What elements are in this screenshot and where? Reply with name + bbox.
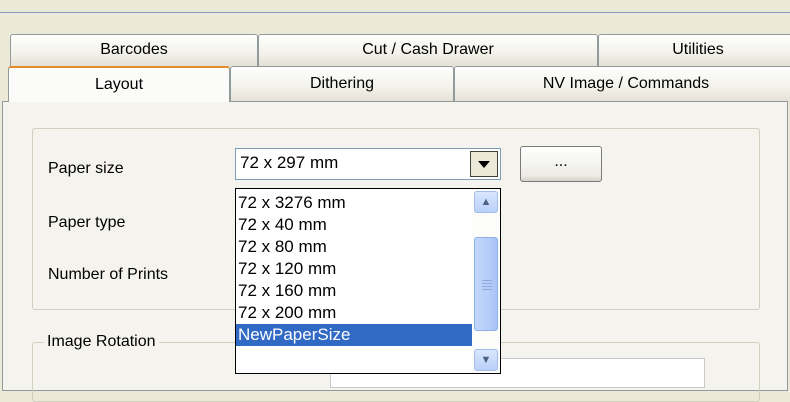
tab-layout[interactable]: Layout: [8, 66, 230, 102]
tab-barcodes[interactable]: Barcodes: [10, 34, 258, 66]
list-item[interactable]: 72 x 200 mm: [236, 302, 474, 324]
tab-label: NV Image / Commands: [542, 75, 710, 92]
paper-size-value: 72 x 297 mm: [240, 153, 339, 172]
tab-label: Cut / Cash Drawer: [362, 41, 494, 58]
list-item[interactable]: 72 x 3276 mm: [236, 192, 474, 214]
tab-label: Utilities: [672, 41, 724, 58]
tab-cut-cash-drawer[interactable]: Cut / Cash Drawer: [258, 34, 598, 66]
dropdown-scrollbar[interactable]: ▲ ▼: [472, 189, 500, 373]
list-item-selected[interactable]: NewPaperSize: [236, 324, 474, 346]
scroll-down-button[interactable]: ▼: [474, 349, 498, 371]
chevron-up-icon: ▲: [480, 196, 492, 208]
combo-dropdown-button[interactable]: [470, 151, 498, 177]
number-of-prints-label: Number of Prints: [48, 266, 169, 283]
chevron-down-icon: [478, 160, 490, 168]
tab-label: Barcodes: [100, 41, 168, 58]
browse-button[interactable]: ...: [520, 146, 602, 182]
list-item[interactable]: 72 x 160 mm: [236, 280, 474, 302]
scrollbar-thumb[interactable]: [474, 237, 498, 331]
paper-type-label: Paper type: [48, 214, 126, 231]
list-item[interactable]: 72 x 40 mm: [236, 214, 474, 236]
tab-nv-image-commands[interactable]: NV Image / Commands: [454, 66, 790, 102]
browse-button-label: ...: [554, 153, 568, 170]
image-rotation-label: Image Rotation: [44, 330, 159, 354]
grip-line: [482, 286, 492, 287]
paper-size-combobox[interactable]: 72 x 297 mm: [235, 148, 501, 180]
window-top-border: [0, 12, 790, 13]
tab-label: Layout: [94, 76, 144, 93]
grip-line: [482, 289, 492, 290]
tab-utilities[interactable]: Utilities: [598, 34, 790, 66]
paper-size-dropdown-list[interactable]: 72 x 3276 mm 72 x 40 mm 72 x 80 mm 72 x …: [235, 188, 501, 374]
list-item[interactable]: 72 x 120 mm: [236, 258, 474, 280]
tab-dithering[interactable]: Dithering: [230, 66, 454, 102]
paper-size-label: Paper size: [48, 160, 124, 177]
grip-line: [482, 280, 492, 281]
tab-label: Dithering: [309, 75, 375, 92]
chevron-down-icon: ▼: [480, 354, 492, 366]
list-item[interactable]: 72 x 80 mm: [236, 236, 474, 258]
grip-line: [482, 283, 492, 284]
scroll-up-button[interactable]: ▲: [474, 191, 498, 213]
